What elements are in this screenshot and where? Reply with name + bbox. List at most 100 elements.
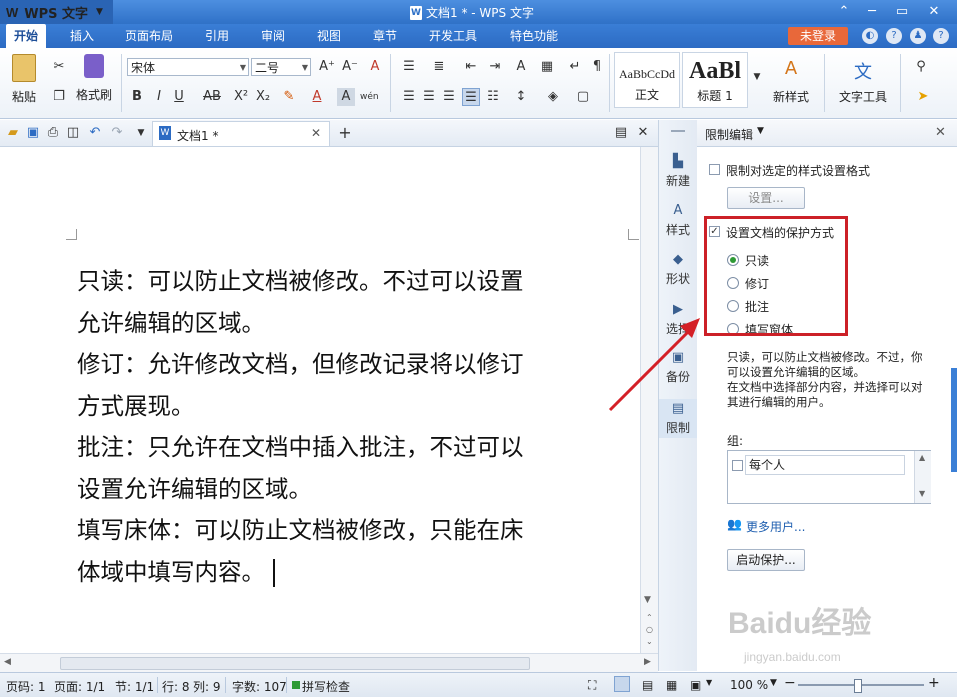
web-view-icon[interactable]: ▦ xyxy=(666,678,677,692)
format-painter-button[interactable]: 格式刷 xyxy=(74,54,114,103)
show-marks-icon[interactable]: ¶ xyxy=(588,58,606,76)
style-heading1[interactable]: AaBl 标题 1 xyxy=(682,52,748,108)
browse-object-icon[interactable]: ○ xyxy=(646,625,653,634)
text-direction-icon[interactable]: A xyxy=(512,58,530,76)
bold-icon[interactable]: B xyxy=(128,88,146,106)
new-style-button[interactable]: A 新样式 xyxy=(766,58,816,105)
tab-view[interactable]: 视图 xyxy=(309,24,349,48)
cut-icon[interactable]: ✂ xyxy=(50,58,68,76)
open-icon[interactable]: ▰ xyxy=(4,124,22,142)
outline-view-icon[interactable]: ▤ xyxy=(642,678,653,692)
subscript-icon[interactable]: X₂ xyxy=(254,88,272,106)
close-tab-icon[interactable]: ✕ xyxy=(311,126,321,140)
status-zoom[interactable]: 100 % xyxy=(730,678,768,692)
document-text[interactable]: 只读：可以防止文档被修改。不过可以设置 允许编辑的区域。 修订：允许修改文档，但… xyxy=(77,261,637,593)
skin-icon[interactable]: ◐ xyxy=(862,28,878,44)
text-tools-button[interactable]: 文 文字工具 xyxy=(832,58,894,105)
distribute-icon[interactable]: ☷ xyxy=(484,88,502,106)
save-icon[interactable]: ▣ xyxy=(24,124,42,142)
zoom-dropdown-icon[interactable]: ▼ xyxy=(770,678,777,688)
highlight-icon[interactable]: ✎ xyxy=(280,88,298,106)
maximize-button[interactable]: ▭ xyxy=(888,2,916,22)
table-icon[interactable]: ▦ xyxy=(538,58,556,76)
group-list[interactable]: 每个人 ▲ ▼ xyxy=(727,450,931,504)
phonetic-icon[interactable]: wén xyxy=(360,88,379,106)
zoom-out-icon[interactable]: − xyxy=(784,675,796,691)
settings-button[interactable]: 设置... xyxy=(727,187,805,209)
line-spacing-icon[interactable]: ↕ xyxy=(512,88,530,106)
restrict-format-checkbox[interactable] xyxy=(709,164,720,175)
strikethrough-icon[interactable]: AB xyxy=(198,88,226,106)
pane-title[interactable]: 限制编辑 xyxy=(705,126,753,143)
select-icon[interactable]: ➤ xyxy=(914,88,932,106)
shrink-font-icon[interactable]: A⁻ xyxy=(341,58,359,76)
italic-icon[interactable]: I xyxy=(150,88,168,106)
clear-format-icon[interactable]: A xyxy=(366,58,384,76)
minimize-button[interactable]: ─ xyxy=(858,2,886,22)
grow-font-icon[interactable]: A⁺ xyxy=(318,58,336,76)
align-left-icon[interactable]: ☰ xyxy=(400,88,418,106)
tab-close-all-icon[interactable]: ✕ xyxy=(634,124,652,142)
line-break-icon[interactable]: ↵ xyxy=(566,58,584,76)
prev-page-icon[interactable]: ⌃ xyxy=(646,613,653,622)
status-spellcheck[interactable]: 拼写检查 xyxy=(302,678,350,695)
more-users-link[interactable]: 更多用户... xyxy=(746,518,805,535)
status-words[interactable]: 字数: 107 xyxy=(232,678,287,695)
bullet-list-icon[interactable]: ☰ xyxy=(400,58,418,76)
chevron-down-icon[interactable]: ▼ xyxy=(706,678,712,687)
zoom-in-icon[interactable]: + xyxy=(928,675,940,691)
help-icon[interactable]: ? xyxy=(933,28,949,44)
tab-insert[interactable]: 插入 xyxy=(62,24,102,48)
scroll-down-icon[interactable]: ▼ xyxy=(644,595,651,605)
app-menu-button[interactable]: W WPS 文字 ▼ xyxy=(0,0,113,24)
tab-home[interactable]: 开始 xyxy=(6,24,47,48)
group-item-checkbox[interactable] xyxy=(732,460,743,471)
chevron-down-icon[interactable]: ▼ xyxy=(757,126,764,136)
fullscreen-icon[interactable]: ⛶ xyxy=(588,678,596,693)
login-button[interactable]: 未登录 xyxy=(788,27,848,45)
style-normal[interactable]: AaBbCcDd 正文 xyxy=(614,52,680,108)
justify-icon[interactable]: ☰ xyxy=(462,88,480,106)
font-size-select[interactable]: 二号 ▼ xyxy=(251,58,311,76)
scroll-thumb[interactable] xyxy=(60,657,530,670)
tab-review[interactable]: 审阅 xyxy=(253,24,293,48)
strip-new[interactable]: ▙ 新建 xyxy=(659,154,697,189)
reading-view-icon[interactable]: ▣ xyxy=(690,678,701,692)
decrease-indent-icon[interactable]: ⇤ xyxy=(462,58,480,76)
tab-developer[interactable]: 开发工具 xyxy=(421,24,485,48)
borders-icon[interactable]: ▢ xyxy=(574,88,592,106)
align-center-icon[interactable]: ☰ xyxy=(420,88,438,106)
paragraph-shading-icon[interactable]: ◈ xyxy=(544,88,562,106)
group-list-scrollbar[interactable]: ▲ ▼ xyxy=(914,451,931,503)
print-icon[interactable]: ⎙ xyxy=(44,124,62,142)
undo-icon[interactable]: ↶ xyxy=(86,124,104,142)
document-tab[interactable]: W 文档1 * ✕ xyxy=(152,121,330,146)
styles-more-icon[interactable]: ▼ xyxy=(748,68,766,86)
tab-chapter[interactable]: 章节 xyxy=(365,24,405,48)
increase-indent-icon[interactable]: ⇥ xyxy=(486,58,504,76)
scroll-up-icon[interactable]: ▲ xyxy=(919,453,925,462)
strip-style[interactable]: A 样式 xyxy=(659,203,697,238)
scroll-right-icon[interactable]: ▶ xyxy=(644,657,651,667)
tab-references[interactable]: 引用 xyxy=(197,24,237,48)
scroll-down-icon[interactable]: ▼ xyxy=(919,489,925,498)
feedback-icon[interactable]: ? xyxy=(886,28,902,44)
underline-icon[interactable]: U xyxy=(170,88,188,106)
strip-shape[interactable]: ◆ 形状 xyxy=(659,252,697,287)
group-item-everyone[interactable]: 每个人 xyxy=(745,455,905,475)
new-tab-icon[interactable]: + xyxy=(336,124,354,142)
numbered-list-icon[interactable]: ≣ xyxy=(430,58,448,76)
customize-icon[interactable]: ▼ xyxy=(132,124,150,142)
align-right-icon[interactable]: ☰ xyxy=(440,88,458,106)
font-color-icon[interactable]: A xyxy=(308,88,326,106)
shirt-icon[interactable]: ♟ xyxy=(910,28,926,44)
horizontal-scrollbar[interactable]: ◀ ▶ xyxy=(0,653,658,672)
page-view-icon[interactable] xyxy=(614,676,630,692)
char-shading-icon[interactable]: A xyxy=(337,88,355,106)
print-preview-icon[interactable]: ◫ xyxy=(64,124,82,142)
tab-list-icon[interactable]: ▤ xyxy=(612,124,630,142)
redo-icon[interactable]: ↷ xyxy=(108,124,126,142)
close-window-button[interactable]: ✕ xyxy=(920,2,948,22)
pane-collapse-handle[interactable] xyxy=(951,368,957,472)
scroll-left-icon[interactable]: ◀ xyxy=(4,657,11,667)
